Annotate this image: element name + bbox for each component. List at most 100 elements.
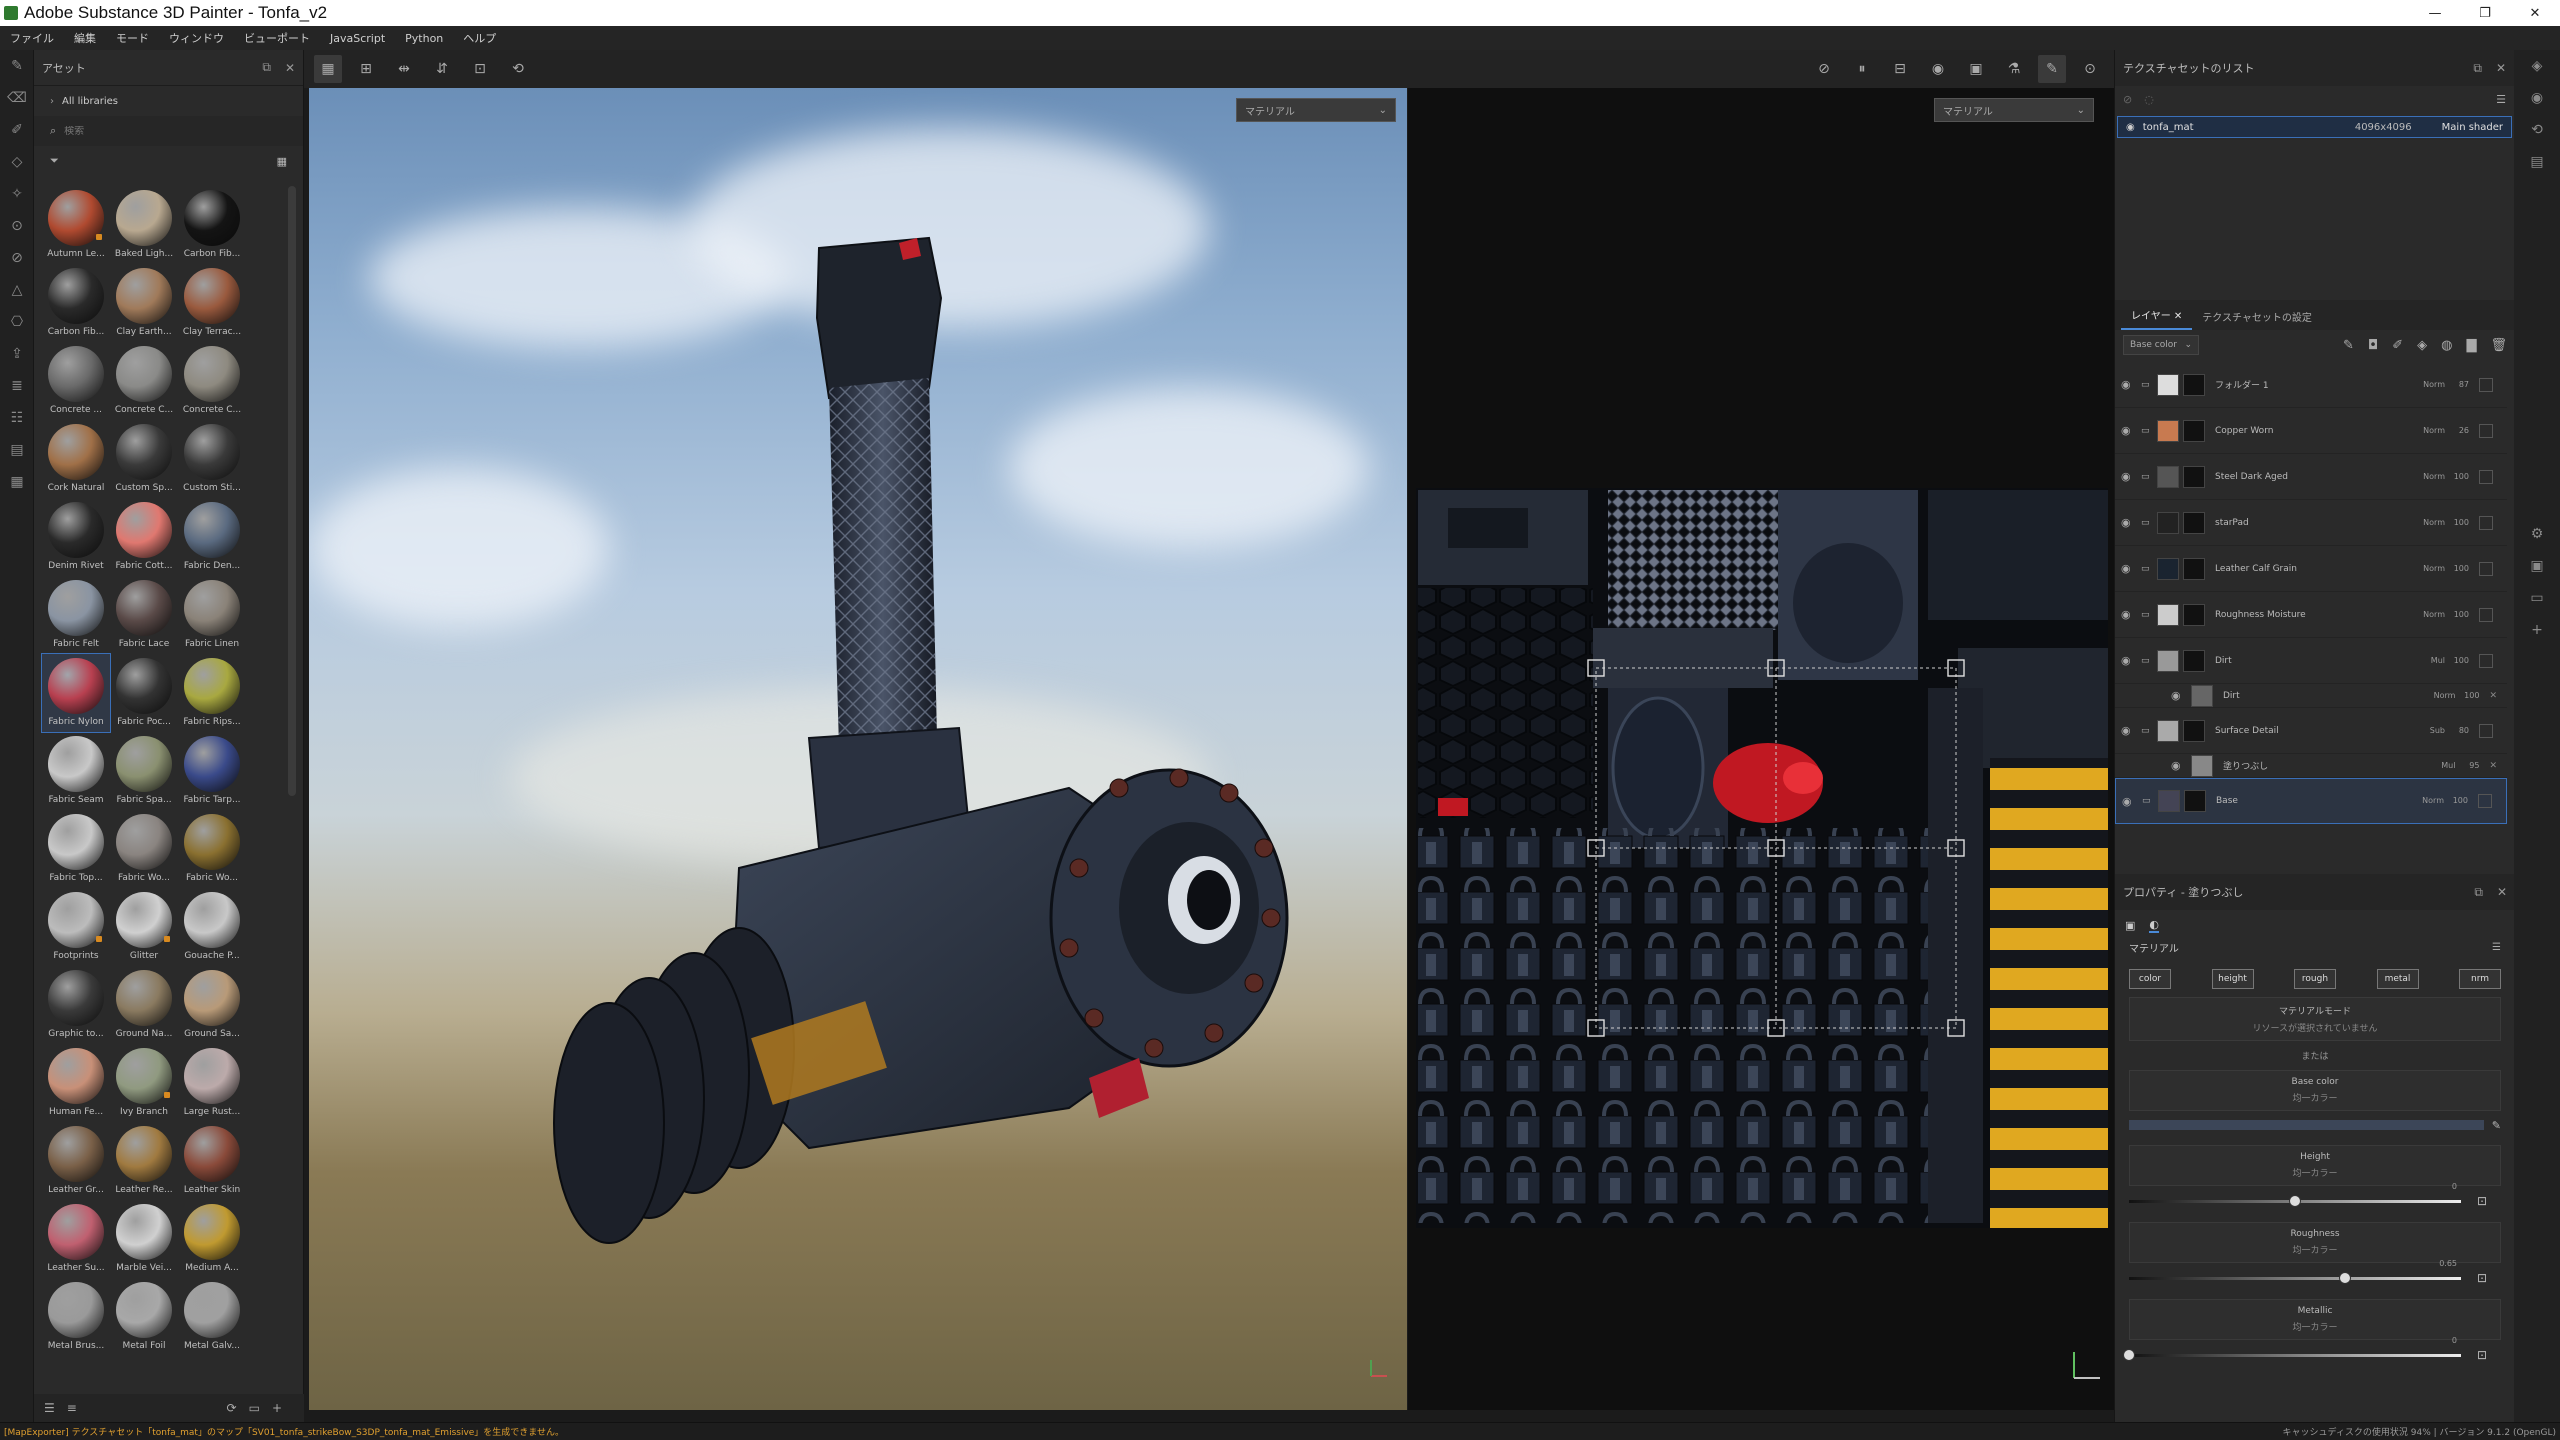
roughness-slider-knob[interactable] bbox=[2338, 1272, 2351, 1284]
asset-item[interactable]: Fabric Lace bbox=[110, 576, 178, 654]
layer-opacity[interactable]: 100 bbox=[2445, 467, 2469, 487]
view-2d3d-icon[interactable]: ▦ bbox=[314, 55, 342, 83]
asset-item[interactable]: Metal Galv... bbox=[178, 1278, 246, 1356]
layer-blend-mode[interactable]: Norm bbox=[2393, 375, 2445, 395]
roughness-slider[interactable]: 0.65 ⊡ bbox=[2129, 1259, 2501, 1285]
add-mask-icon[interactable]: ◘ bbox=[2368, 338, 2378, 353]
add-folder-icon[interactable]: ▇ bbox=[2466, 338, 2476, 353]
asset-item[interactable]: Denim Rivet bbox=[42, 498, 110, 576]
plus-icon[interactable]: + bbox=[2514, 614, 2560, 646]
link-icon[interactable]: ⊘ bbox=[2123, 93, 2132, 106]
bake-icon[interactable]: ⎔ bbox=[0, 306, 34, 338]
refresh-icon[interactable]: ⟳ bbox=[227, 1401, 237, 1415]
asset-item[interactable]: Concrete C... bbox=[110, 342, 178, 420]
layer-blend-mode[interactable]: Norm bbox=[2392, 791, 2444, 811]
menu-icon[interactable]: ☰ bbox=[2492, 942, 2501, 953]
layers-stack-icon[interactable]: ≣ bbox=[0, 370, 34, 402]
layer-row[interactable]: ◉ ▭ Leather Calf Grain Norm 100 bbox=[2115, 546, 2507, 592]
layer-thumbnail-icon[interactable]: ▣ bbox=[2514, 550, 2560, 582]
layer-sub-row[interactable]: ◉ Dirt Norm 100 ✕ bbox=[2115, 684, 2507, 708]
detail-view-icon[interactable]: ≡ bbox=[67, 1401, 77, 1415]
asset-item[interactable]: Leather Re... bbox=[110, 1122, 178, 1200]
asset-item[interactable]: Metal Brus... bbox=[42, 1278, 110, 1356]
menu-help[interactable]: ヘルプ bbox=[463, 30, 496, 46]
layer-checkbox[interactable] bbox=[2479, 423, 2493, 438]
visibility-icon[interactable]: ◌ bbox=[2144, 93, 2154, 106]
chip-nrm[interactable]: nrm bbox=[2459, 969, 2501, 989]
asset-item[interactable]: Concrete C... bbox=[178, 342, 246, 420]
align-icon[interactable]: ⇵ bbox=[428, 55, 456, 83]
layer-blend-mode[interactable]: Mul bbox=[2403, 756, 2455, 776]
asset-item[interactable]: Clay Terrac... bbox=[178, 264, 246, 342]
close-panel-icon[interactable]: ✕ bbox=[2497, 885, 2507, 899]
base-color-swatch[interactable] bbox=[2129, 1120, 2484, 1130]
channel-select[interactable]: Base color ⌄ bbox=[2123, 335, 2199, 355]
menu-window[interactable]: ウィンドウ bbox=[169, 30, 224, 46]
layer-checkbox[interactable] bbox=[2479, 653, 2493, 668]
list-view-icon[interactable]: ☰ bbox=[44, 1401, 55, 1415]
float-panel-icon[interactable]: ⧉ bbox=[2473, 61, 2482, 76]
viewport-3d[interactable]: マテリアル ⌄ bbox=[309, 88, 1407, 1410]
eraser-icon[interactable]: ⌫ bbox=[0, 82, 34, 114]
log-icon[interactable]: ▤ bbox=[2514, 146, 2560, 178]
asset-item[interactable]: Fabric Linen bbox=[178, 576, 246, 654]
menu-python[interactable]: Python bbox=[405, 32, 443, 45]
close-panel-icon[interactable]: ✕ bbox=[2496, 61, 2506, 75]
layer-checkbox[interactable] bbox=[2479, 607, 2493, 622]
maximize-button[interactable]: ❐ bbox=[2460, 0, 2510, 26]
delete-icon[interactable]: 🗑 bbox=[2490, 338, 2507, 353]
menu-icon[interactable]: ☰ bbox=[2496, 93, 2506, 106]
float-panel-icon[interactable]: ⧉ bbox=[2474, 885, 2483, 900]
layer-blend-mode[interactable]: Mul bbox=[2393, 651, 2445, 671]
polygon-fill-icon[interactable]: △ bbox=[0, 274, 34, 306]
document-icon[interactable]: ▤ bbox=[0, 434, 34, 466]
settings-icon[interactable]: ⚙ bbox=[2514, 518, 2560, 550]
height-box[interactable]: Height 均一カラー bbox=[2129, 1145, 2501, 1186]
menu-mode[interactable]: モード bbox=[116, 30, 149, 46]
layer-opacity[interactable]: 100 bbox=[2445, 605, 2469, 625]
asset-item[interactable]: Marble Vei... bbox=[110, 1200, 178, 1278]
layer-blend-mode[interactable]: Norm bbox=[2393, 513, 2445, 533]
tab-layers[interactable]: レイヤー ✕ bbox=[2121, 301, 2193, 330]
add-paint-layer-icon[interactable]: ✐ bbox=[2392, 338, 2403, 353]
layer-row[interactable]: ◉ ▭ Copper Worn Norm 26 bbox=[2115, 408, 2507, 454]
paint-brush-icon[interactable]: ✎ bbox=[0, 50, 34, 82]
eye-icon[interactable]: ◉ bbox=[2121, 562, 2141, 575]
layer-checkbox[interactable] bbox=[2479, 561, 2493, 576]
add-fill-layer-icon[interactable]: ◈ bbox=[2417, 338, 2427, 353]
uv-icon[interactable]: ▭ bbox=[2514, 582, 2560, 614]
grid-view-icon[interactable]: ▦ bbox=[277, 155, 287, 168]
asset-item[interactable]: Ground Sa... bbox=[178, 966, 246, 1044]
layer-opacity[interactable]: 100 bbox=[2455, 686, 2479, 706]
export-icon[interactable]: ⇪ bbox=[0, 338, 34, 370]
frame-icon[interactable]: ⊡ bbox=[466, 55, 494, 83]
asset-item[interactable]: Large Rust... bbox=[178, 1044, 246, 1122]
metallic-slider-knob[interactable] bbox=[2123, 1349, 2135, 1361]
chip-rough[interactable]: rough bbox=[2294, 969, 2336, 989]
eye-icon[interactable]: ◉ bbox=[2171, 689, 2191, 702]
menu-javascript[interactable]: JavaScript bbox=[330, 32, 385, 45]
layer-row[interactable]: ◉ ▭ Dirt Mul 100 bbox=[2115, 638, 2507, 684]
link-slider-icon[interactable]: ⊡ bbox=[2477, 1194, 2487, 1208]
menu-viewport[interactable]: ビューポート bbox=[244, 30, 310, 46]
layer-checkbox[interactable] bbox=[2479, 377, 2493, 392]
grid-icon[interactable]: ⊞ bbox=[352, 55, 380, 83]
eye-icon[interactable]: ◉ bbox=[2121, 424, 2141, 437]
close-panel-icon[interactable]: ✕ bbox=[285, 61, 295, 75]
close-button[interactable]: ✕ bbox=[2510, 0, 2560, 26]
asset-item[interactable]: Fabric Poc... bbox=[110, 654, 178, 732]
asset-item[interactable]: Leather Su... bbox=[42, 1200, 110, 1278]
material-mode-box[interactable]: マテリアルモード リソースが選択されていません bbox=[2129, 997, 2501, 1041]
symmetry-icon[interactable]: ⇹ bbox=[390, 55, 418, 83]
layer-row[interactable]: ◉ ▭ Base Norm 100 bbox=[2115, 778, 2507, 824]
layer-opacity[interactable]: 80 bbox=[2445, 721, 2469, 741]
history-icon[interactable]: ⟲ bbox=[504, 55, 532, 83]
layer-opacity[interactable]: 26 bbox=[2445, 421, 2469, 441]
asset-item[interactable]: Fabric Top... bbox=[42, 810, 110, 888]
asset-item[interactable]: Fabric Seam bbox=[42, 732, 110, 810]
layer-checkbox[interactable] bbox=[2479, 469, 2493, 484]
clone-icon[interactable]: ⊙ bbox=[0, 210, 34, 242]
layer-blend-mode[interactable]: Norm bbox=[2393, 605, 2445, 625]
filter-icon[interactable]: ⏷ bbox=[50, 154, 59, 168]
layer-blend-mode[interactable]: Norm bbox=[2393, 467, 2445, 487]
